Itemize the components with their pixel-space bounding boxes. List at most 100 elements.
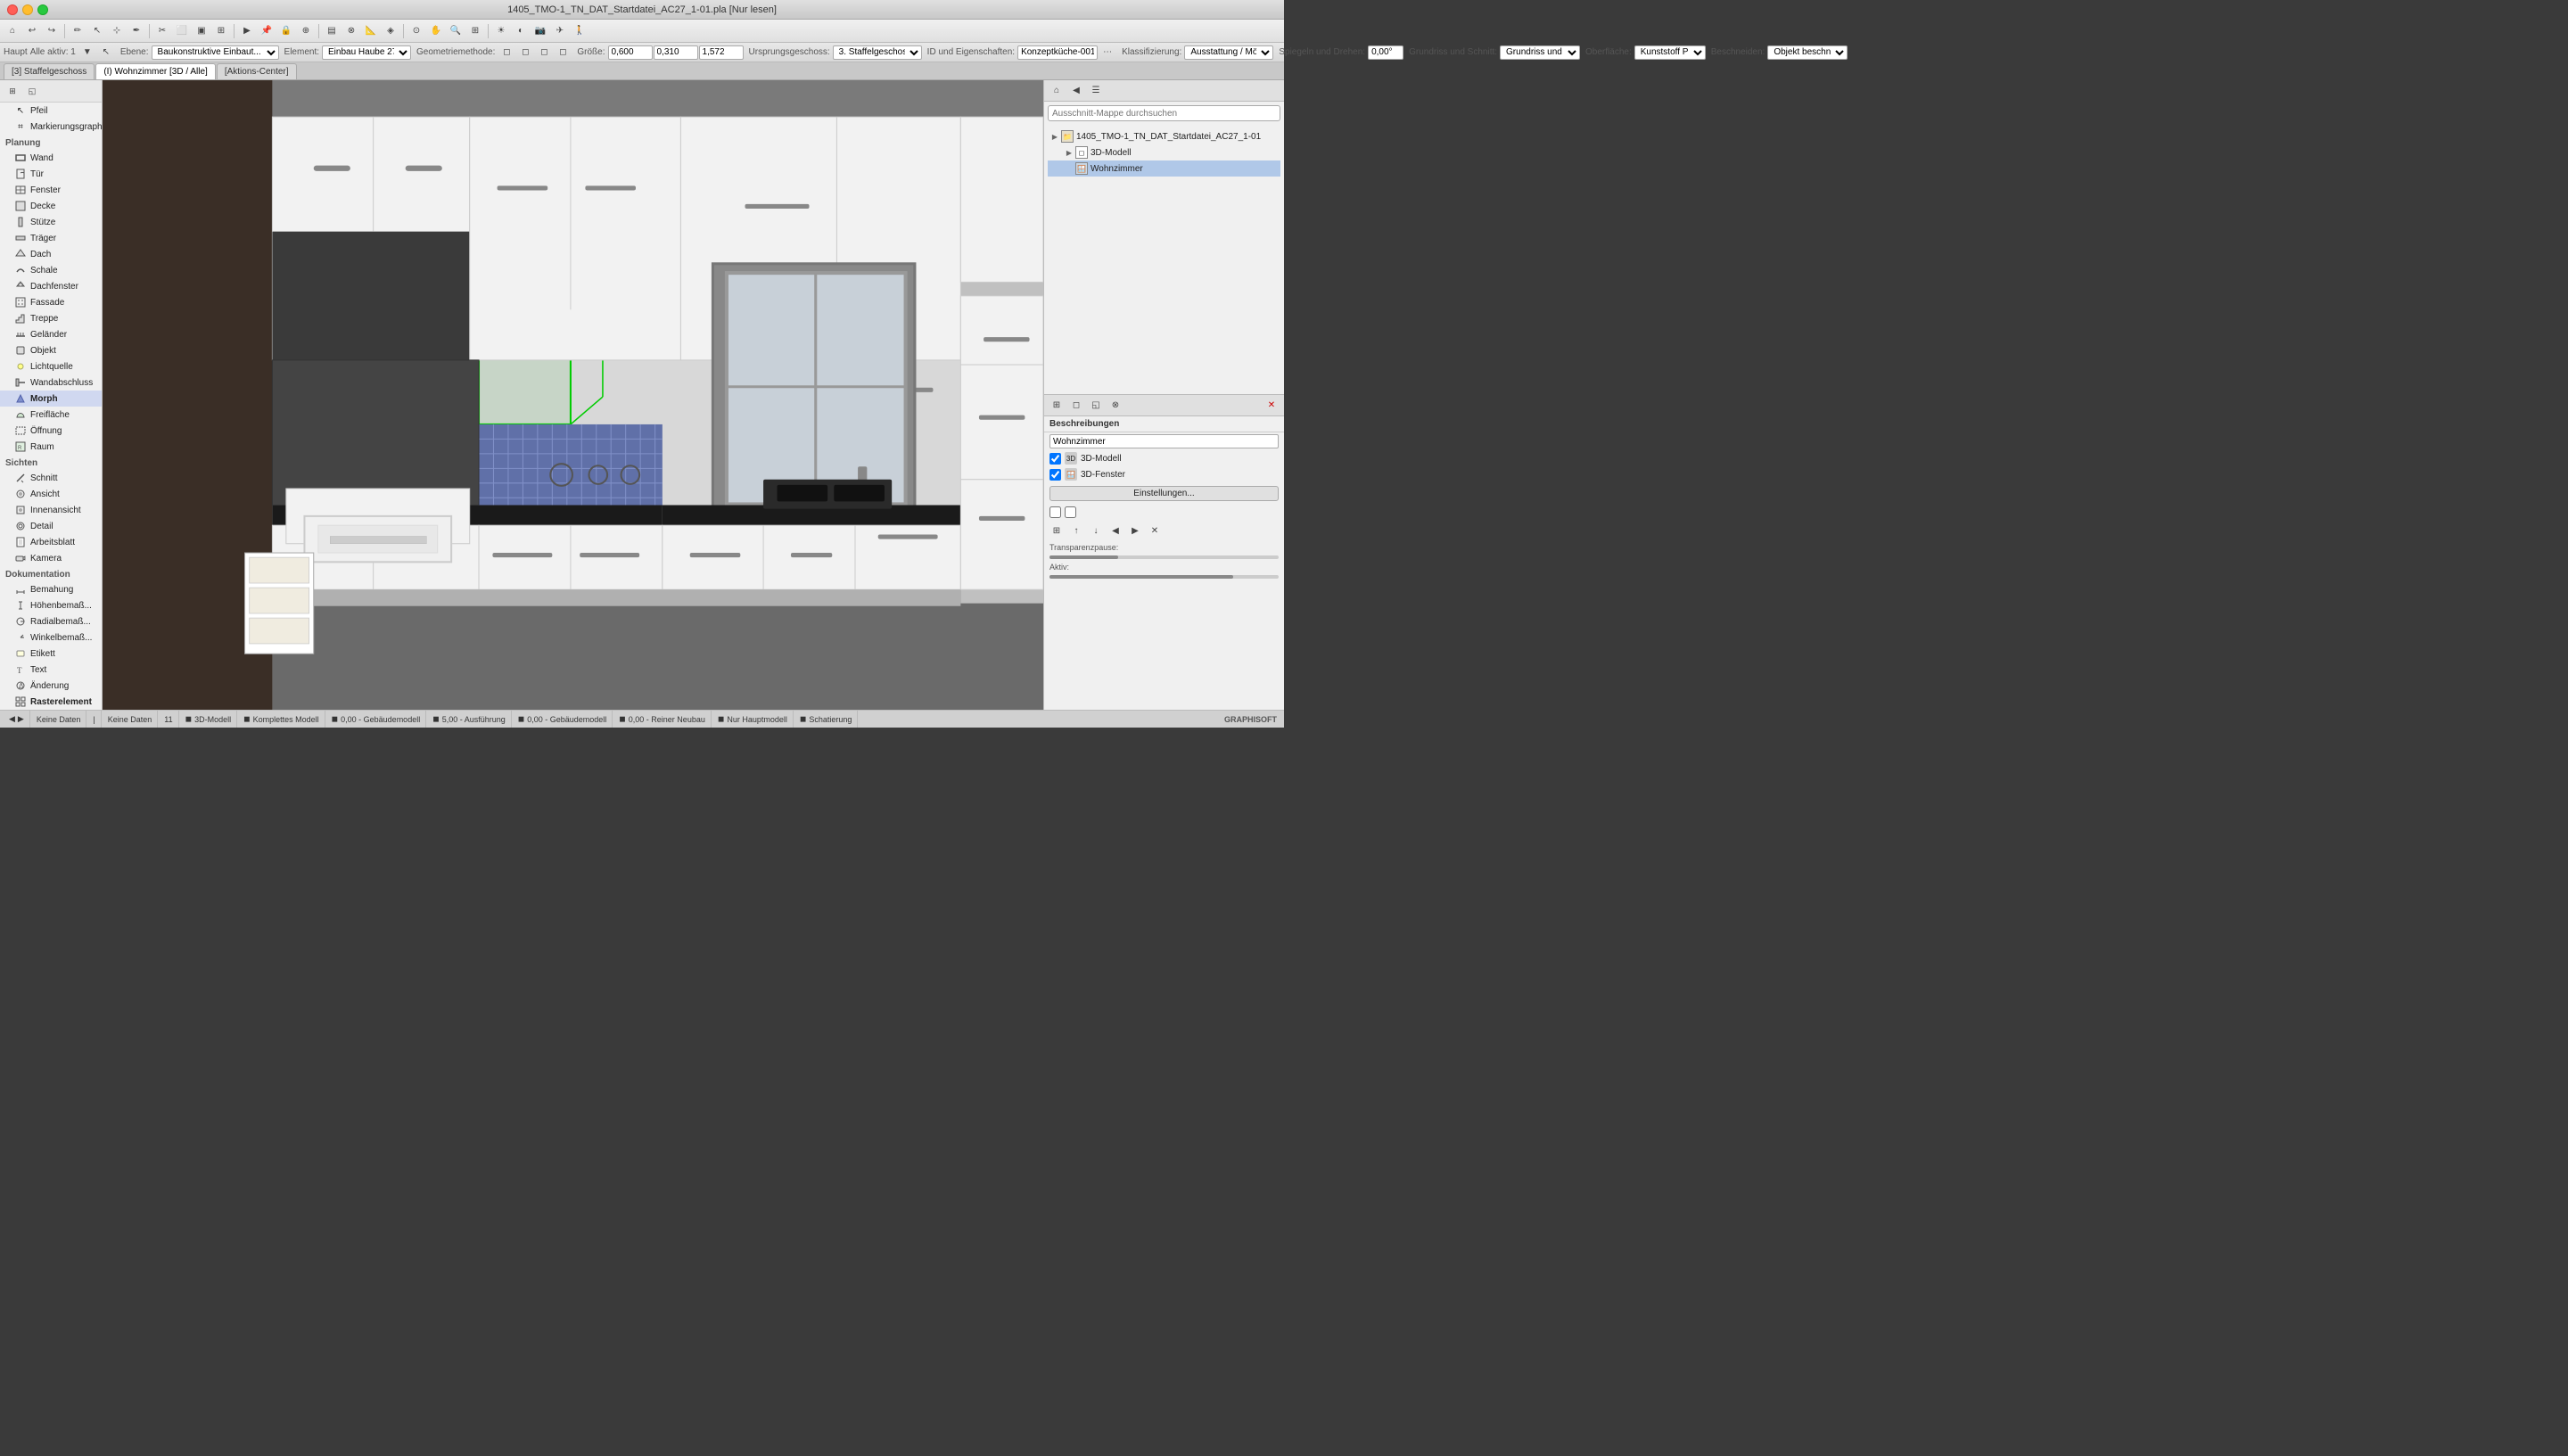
sidebar-item-fassade[interactable]: Fassade [0, 294, 102, 310]
status-gebaude-1[interactable]: ◼ 0,00 - Gebäudemodell [326, 711, 427, 728]
cut-button[interactable]: ✂ [153, 22, 171, 40]
section-planung-header[interactable]: Planung [0, 135, 102, 150]
sidebar-item-morph[interactable]: Morph [0, 391, 102, 407]
snap-button[interactable]: ⊗ [342, 22, 360, 40]
sidebar-item-tuer[interactable]: Tür [0, 166, 102, 182]
undo-button[interactable]: ↩ [23, 22, 41, 40]
minimize-button[interactable] [22, 4, 33, 15]
sidebar-item-wand[interactable]: Wand [0, 150, 102, 166]
checkbox-2[interactable] [1065, 506, 1076, 518]
zoom-button[interactable]: 🔍 [447, 22, 465, 40]
sidebar-item-aenderung[interactable]: Δ Änderung [0, 678, 102, 694]
id-props-icon[interactable]: ⋯ [1099, 44, 1116, 62]
oberflaeche-dropdown[interactable]: Kunststoff PE w... [1634, 45, 1706, 60]
pan-button[interactable]: ✋ [427, 22, 445, 40]
arrow-down-icon[interactable]: ▼ [78, 44, 96, 62]
box-select-button[interactable]: ⬜ [173, 22, 191, 40]
status-item-back[interactable]: ◀▶ [4, 711, 30, 728]
aktiv-slider[interactable] [1049, 575, 1279, 579]
sidebar-item-innenansicht[interactable]: Innenansicht [0, 502, 102, 518]
geo-button[interactable]: ◈ [382, 22, 399, 40]
sidebar-item-stuetze[interactable]: Stütze [0, 214, 102, 230]
layout-button[interactable]: ▤ [323, 22, 341, 40]
close-button[interactable] [7, 4, 18, 15]
navigator-options-button[interactable]: ☰ [1087, 82, 1105, 100]
pointer2-button[interactable]: ▶ [238, 22, 256, 40]
groesse-3-input[interactable] [699, 45, 744, 60]
sidebar-item-kamera[interactable]: Kamera [0, 550, 102, 566]
tab-staffelgeschoss[interactable]: [3] Staffelgeschoss [4, 63, 95, 79]
view-toggle-button[interactable]: ⊞ [4, 82, 21, 100]
sidebar-item-detail[interactable]: Detail [0, 518, 102, 534]
btn-e[interactable]: ▶ [1126, 522, 1144, 539]
tree-item-3dmodell[interactable]: ▶ ◻ 3D-Modell [1048, 144, 1280, 160]
grundriss-dropdown[interactable]: Grundriss und Schnitt... [1500, 45, 1580, 60]
id-input[interactable] [1017, 45, 1098, 60]
search-input[interactable] [1048, 105, 1280, 121]
einstellungen-button[interactable]: Einstellungen... [1049, 486, 1279, 501]
measure-button[interactable]: 📐 [362, 22, 380, 40]
sidebar-item-schale[interactable]: Schale [0, 262, 102, 278]
sidebar-item-schnitt[interactable]: Schnitt [0, 470, 102, 486]
sun-button[interactable]: ☀ [492, 22, 510, 40]
btn-a[interactable]: ⊞ [1048, 522, 1066, 539]
camera2-button[interactable]: 📷 [531, 22, 549, 40]
cursor2-icon[interactable]: ↖ [97, 44, 115, 62]
sidebar-item-dachfenster[interactable]: Dachfenster [0, 278, 102, 294]
sidebar-item-freiflaeche[interactable]: Freifläche [0, 407, 102, 423]
fill-button[interactable]: ▣ [193, 22, 210, 40]
expand-button[interactable]: ⊕ [297, 22, 315, 40]
groesse-2-input[interactable] [654, 45, 698, 60]
sidebar-item-oeffnung[interactable]: Öffnung [0, 423, 102, 439]
magic-wand-button[interactable]: ⊹ [108, 22, 126, 40]
sidebar-item-fenster[interactable]: Fenster [0, 182, 102, 198]
sidebar-item-arbeitsblatt[interactable]: Arbeitsblatt [0, 534, 102, 550]
sidebar-item-gelaender[interactable]: Geländer [0, 326, 102, 342]
collapse-button[interactable]: ◱ [23, 82, 41, 100]
tab-aktions-center[interactable]: [Aktions-Center] [217, 63, 297, 79]
beschneiden-dropdown[interactable]: Objekt beschnitten [1767, 45, 1848, 60]
checkbox-1[interactable] [1049, 506, 1061, 518]
btn-c[interactable]: ↓ [1087, 522, 1105, 539]
status-ausfuehrung[interactable]: ◼ 5,00 - Ausführung [427, 711, 512, 728]
sidebar-item-rasterelement[interactable]: Rasterelement [0, 694, 102, 710]
tree-item-root[interactable]: ▶ 📁 1405_TMO-1_TN_DAT_Startdatei_AC27_1-… [1048, 128, 1280, 144]
btn-f[interactable]: ✕ [1146, 522, 1164, 539]
eyedropper-button[interactable]: ✒ [128, 22, 145, 40]
render-button[interactable]: ◐ [512, 22, 530, 40]
redo-button[interactable]: ↪ [43, 22, 61, 40]
sidebar-item-dach[interactable]: Dach [0, 246, 102, 262]
sidebar-item-pfeil[interactable]: ↖ Pfeil [0, 103, 102, 119]
spiegel-input[interactable] [1368, 45, 1403, 60]
beschr-name-input[interactable] [1049, 434, 1279, 448]
btn-b[interactable]: ↑ [1067, 522, 1085, 539]
sidebar-item-raum[interactable]: R Raum [0, 439, 102, 455]
sidebar-item-objekt[interactable]: Objekt [0, 342, 102, 358]
lock-button[interactable]: 🔒 [277, 22, 295, 40]
navigator-home-button[interactable]: ⌂ [1048, 82, 1066, 100]
ursprung-dropdown[interactable]: 3. Staffelgeschoss [833, 45, 922, 60]
status-komplettes[interactable]: ◼ Komplettes Modell [238, 711, 325, 728]
orbit-button[interactable]: ⊙ [407, 22, 425, 40]
status-neubau[interactable]: ◼ 0,00 - Reiner Neubau [613, 711, 712, 728]
geo-mode4-icon[interactable]: ◻ [554, 44, 572, 62]
section-dokumentation-header[interactable]: Dokumentation [0, 566, 102, 581]
sidebar-item-radialbemass[interactable]: Radialbemaß... [0, 613, 102, 629]
sidebar-item-etikett[interactable]: Etikett [0, 646, 102, 662]
cursor-button[interactable]: ↖ [88, 22, 106, 40]
sidebar-item-ansicht[interactable]: Ansicht [0, 486, 102, 502]
beschr-btn-2[interactable]: ◻ [1067, 397, 1085, 415]
fly-button[interactable]: ✈ [551, 22, 569, 40]
3dfenster-checkbox[interactable] [1049, 469, 1061, 481]
pencil-button[interactable]: ✏ [69, 22, 86, 40]
geo-mode2-icon[interactable]: ◻ [516, 44, 534, 62]
fullscreen-button[interactable] [37, 4, 48, 15]
sidebar-item-decke[interactable]: Decke [0, 198, 102, 214]
grid-button[interactable]: ⊞ [212, 22, 230, 40]
sidebar-item-markierung[interactable]: ⌗ Markierungsgraph... [0, 119, 102, 135]
walk-button[interactable]: 🚶 [571, 22, 588, 40]
status-gebaude-2[interactable]: ◼ 0,00 - Gebäudemodell [513, 711, 613, 728]
sidebar-item-lichtquelle[interactable]: Lichtquelle [0, 358, 102, 374]
status-schattierung[interactable]: ◼ Schatierung [794, 711, 859, 728]
section-sichten-header[interactable]: Sichten [0, 455, 102, 470]
